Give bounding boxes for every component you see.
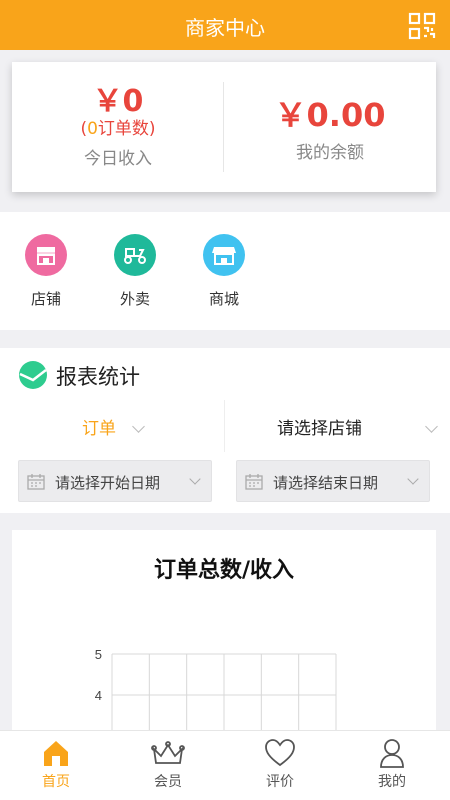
start-date-picker[interactable]: 请选择开始日期 xyxy=(18,460,212,502)
start-date-placeholder: 请选择开始日期 xyxy=(55,474,161,492)
crown-icon xyxy=(151,741,185,764)
store-icon xyxy=(203,234,245,276)
shop-dropdown[interactable]: 请选择店铺 xyxy=(224,400,450,452)
shortcut-mall[interactable]: 商城 xyxy=(194,234,254,309)
shortcut-label: 商城 xyxy=(208,290,239,308)
report-panel: 报表统计 订单 请选择店铺 请选择开始日期 请选择结束日期 xyxy=(0,348,450,513)
qr-code-icon[interactable] xyxy=(408,12,436,40)
report-title: 报表统计 xyxy=(56,365,140,389)
tab-mine[interactable]: 我的 xyxy=(352,737,432,791)
today-income-caption: 今日收入 xyxy=(84,149,152,169)
user-icon xyxy=(380,739,404,768)
chevron-down-icon xyxy=(407,473,419,485)
shortcut-label: 外卖 xyxy=(119,290,150,308)
my-balance[interactable]: ￥0.00 我的余额 xyxy=(224,62,436,192)
today-income[interactable]: ￥0 (0订单数) 今日收入 xyxy=(12,62,224,192)
shortcut-shop[interactable]: 店铺 xyxy=(16,234,76,309)
tab-label: 首页 xyxy=(42,774,70,790)
header-bar: 商家中心 xyxy=(0,0,450,50)
order-count: (0订单数) xyxy=(80,119,156,139)
chevron-down-icon xyxy=(132,420,145,433)
shop-dropdown-value: 请选择店铺 xyxy=(277,419,362,439)
balance-amount: ￥0.00 xyxy=(274,96,386,134)
page-title: 商家中心 xyxy=(185,16,265,40)
shop-icon xyxy=(25,234,67,276)
tab-label: 评价 xyxy=(266,774,294,790)
type-dropdown[interactable]: 订单 xyxy=(0,400,222,452)
shortcut-panel: 店铺 外卖 商城 xyxy=(0,212,450,330)
chevron-down-icon xyxy=(425,420,438,433)
home-icon xyxy=(44,741,68,766)
scooter-icon xyxy=(114,234,156,276)
tab-member[interactable]: 会员 xyxy=(128,737,208,791)
shortcut-takeout[interactable]: 外卖 xyxy=(105,234,165,309)
report-icon xyxy=(19,361,47,389)
type-dropdown-value: 订单 xyxy=(82,419,116,439)
calendar-icon xyxy=(245,474,263,490)
end-date-placeholder: 请选择结束日期 xyxy=(273,474,379,492)
chart-plot: 54 xyxy=(95,647,337,760)
balance-caption: 我的余额 xyxy=(296,143,364,163)
y-tick-label: 5 xyxy=(95,647,102,662)
end-date-picker[interactable]: 请选择结束日期 xyxy=(236,460,430,502)
tab-label: 我的 xyxy=(378,774,406,790)
tab-review[interactable]: 评价 xyxy=(240,737,320,791)
chart-card: 订单总数/收入 54 xyxy=(12,530,436,760)
tab-bar: 首页 会员 评价 我的 xyxy=(0,730,450,800)
shortcut-label: 店铺 xyxy=(30,290,61,308)
heart-icon xyxy=(265,739,295,767)
tab-home[interactable]: 首页 xyxy=(16,737,96,791)
chevron-down-icon xyxy=(189,473,201,485)
y-tick-label: 4 xyxy=(95,688,102,703)
calendar-icon xyxy=(27,474,45,490)
order-count-value: 0 xyxy=(87,119,98,139)
income-card: ￥0 (0订单数) 今日收入 ￥0.00 我的余额 xyxy=(12,62,436,192)
tab-label: 会员 xyxy=(154,774,182,790)
